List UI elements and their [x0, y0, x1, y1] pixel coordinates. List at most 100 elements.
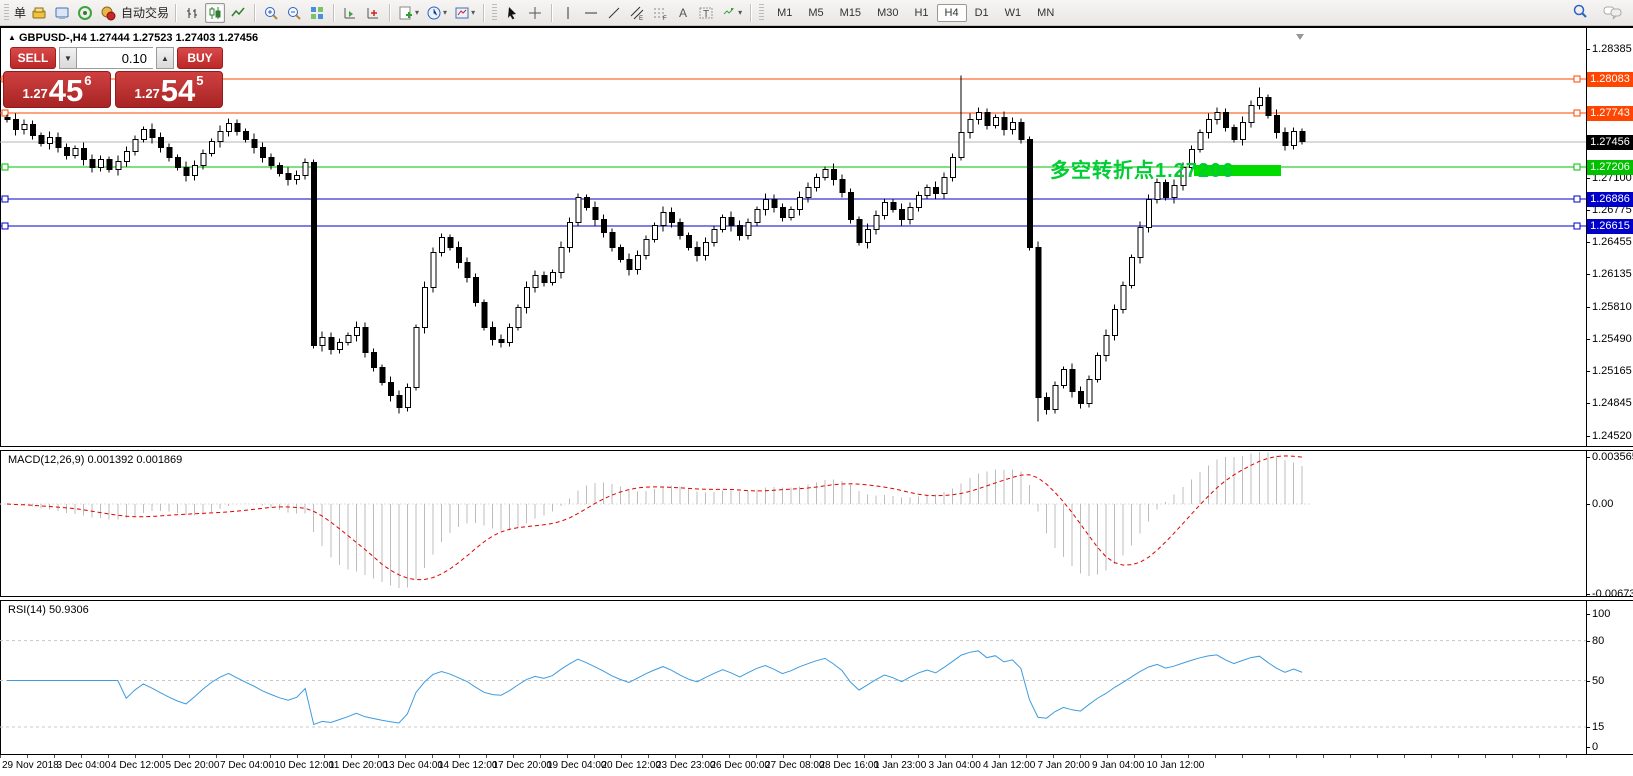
- templates-icon[interactable]: ▾: [452, 3, 477, 23]
- horizontal-line-icon[interactable]: [581, 3, 601, 23]
- dropdown-caret[interactable]: ▾: [738, 8, 742, 17]
- date-label: 3 Dec 04:00: [57, 760, 111, 771]
- ohlc-open: 1.27444: [90, 32, 130, 44]
- timeframe-W1[interactable]: W1: [997, 4, 1030, 22]
- main-chart-canvas[interactable]: [0, 28, 1586, 446]
- ohlc-high: 1.27523: [133, 32, 173, 44]
- new-order-icon[interactable]: [29, 3, 49, 23]
- price-tick: [1586, 274, 1590, 275]
- cursor-icon[interactable]: [502, 3, 522, 23]
- chart-shift-marker[interactable]: [1296, 34, 1304, 40]
- toolbar-separator: [389, 4, 390, 22]
- date-label: 23 Dec 23:00: [656, 760, 716, 771]
- text-icon[interactable]: A: [673, 3, 693, 23]
- toolbar-grip[interactable]: [4, 4, 9, 22]
- toolbar-grip[interactable]: [759, 4, 764, 22]
- panel-separator[interactable]: [0, 446, 1633, 451]
- tile-windows-icon[interactable]: [307, 3, 327, 23]
- volume-up-button[interactable]: ▲: [156, 47, 174, 69]
- zoom-in-icon[interactable]: [261, 3, 281, 23]
- price-tick-label: 1.24520: [1592, 430, 1632, 442]
- line-handle[interactable]: [1574, 76, 1580, 82]
- date-axis[interactable]: 29 Nov 20183 Dec 04:004 Dec 12:005 Dec 2…: [0, 755, 1586, 776]
- add-indicator-icon[interactable]: ▾: [396, 3, 421, 23]
- bar-chart-icon[interactable]: [182, 3, 202, 23]
- timeframe-M15[interactable]: M15: [832, 4, 869, 22]
- fibonacci-icon[interactable]: F: [650, 3, 670, 23]
- chart-window: ▲ GBPUSD-,H4 1.27444 1.27523 1.27403 1.2…: [0, 26, 1633, 774]
- line-handle[interactable]: [1574, 164, 1580, 170]
- sell-button[interactable]: SELL: [10, 47, 56, 69]
- equidistant-channel-icon[interactable]: E: [627, 3, 647, 23]
- line-handle[interactable]: [2, 196, 8, 202]
- signal-icon[interactable]: [75, 3, 95, 23]
- chart-shift-icon[interactable]: [363, 3, 383, 23]
- text-label-icon[interactable]: T: [696, 3, 716, 23]
- timeframe-H4[interactable]: H4: [937, 4, 967, 22]
- chat-icon[interactable]: [1601, 2, 1625, 22]
- timeframe-D1[interactable]: D1: [967, 4, 997, 22]
- date-label: 7 Jan 20:00: [1038, 760, 1090, 771]
- timeframe-M1[interactable]: M1: [769, 4, 800, 22]
- dropdown-caret[interactable]: ▾: [415, 8, 419, 17]
- ohlc-low: 1.27403: [176, 32, 216, 44]
- dropdown-caret[interactable]: ▾: [443, 8, 447, 17]
- timeframe-M5[interactable]: M5: [800, 4, 831, 22]
- line-handle[interactable]: [1574, 110, 1580, 116]
- line-handle[interactable]: [1574, 223, 1580, 229]
- sell-price-sup: 6: [84, 73, 91, 88]
- price-tick-label: 1.26135: [1592, 268, 1632, 280]
- buy-quote-button[interactable]: 1.27 54 5: [115, 71, 223, 108]
- search-icon[interactable]: [1569, 2, 1591, 22]
- date-label: 10 Jan 12:00: [1147, 760, 1205, 771]
- date-label: 14 Dec 12:00: [438, 760, 498, 771]
- toolbar: 单 自动交易 ▾ ▾ ▾: [0, 0, 1633, 26]
- timeframe-M30[interactable]: M30: [869, 4, 906, 22]
- zoom-out-icon[interactable]: [284, 3, 304, 23]
- rsi-tick: [1586, 681, 1590, 682]
- rsi-line: [7, 651, 1302, 725]
- trendline-icon[interactable]: [604, 3, 624, 23]
- autotrading-label[interactable]: 自动交易: [121, 4, 169, 21]
- rsi-scale-50: 50: [1592, 675, 1604, 687]
- svg-text:A: A: [679, 6, 687, 20]
- date-label: 1 Jan 23:00: [874, 760, 926, 771]
- arrows-icon[interactable]: ▾: [719, 3, 744, 23]
- sell-price-small: 1.27: [22, 86, 47, 101]
- toolbar-grip[interactable]: [492, 4, 497, 22]
- ohlc-close: 1.27456: [218, 32, 258, 44]
- toolbar-separator: [483, 4, 484, 22]
- autotrading-icon[interactable]: [98, 3, 118, 23]
- vertical-line-icon[interactable]: [558, 3, 578, 23]
- macd-scale-zero: 0.00: [1592, 498, 1613, 510]
- buy-button[interactable]: BUY: [177, 47, 223, 69]
- crosshair-icon[interactable]: [525, 3, 545, 23]
- price-tick: [1586, 49, 1590, 50]
- charts-icon[interactable]: [52, 3, 72, 23]
- annotation-text[interactable]: 多空转折点1.27206: [1050, 154, 1234, 183]
- sell-quote-button[interactable]: 1.27 45 6: [3, 71, 111, 108]
- date-label: 5 Dec 20:00: [166, 760, 220, 771]
- dropdown-caret[interactable]: ▾: [471, 8, 475, 17]
- volume-input[interactable]: 0.10: [77, 47, 153, 69]
- panel-separator[interactable]: [0, 596, 1633, 601]
- volume-down-button[interactable]: ▼: [59, 47, 77, 69]
- new-order-label[interactable]: 单: [14, 4, 26, 21]
- timeframe-MN[interactable]: MN: [1029, 4, 1062, 22]
- date-label: 29 Nov 2018: [2, 760, 59, 771]
- rsi-tick: [1586, 747, 1590, 748]
- periods-icon[interactable]: ▾: [424, 3, 449, 23]
- candlestick-chart-icon[interactable]: [205, 3, 225, 23]
- toolbar-separator: [175, 4, 176, 22]
- price-line-badge: 1.27206: [1587, 160, 1633, 175]
- line-handle[interactable]: [1574, 196, 1580, 202]
- price-tick: [1586, 178, 1590, 179]
- line-chart-icon[interactable]: [228, 3, 248, 23]
- macd-canvas[interactable]: [0, 450, 1586, 596]
- line-handle[interactable]: [2, 223, 8, 229]
- timeframe-H1[interactable]: H1: [906, 4, 936, 22]
- rsi-canvas[interactable]: [0, 600, 1586, 754]
- auto-scroll-icon[interactable]: [340, 3, 360, 23]
- line-handle[interactable]: [2, 164, 8, 170]
- current-price-badge: 1.27456: [1587, 135, 1633, 150]
